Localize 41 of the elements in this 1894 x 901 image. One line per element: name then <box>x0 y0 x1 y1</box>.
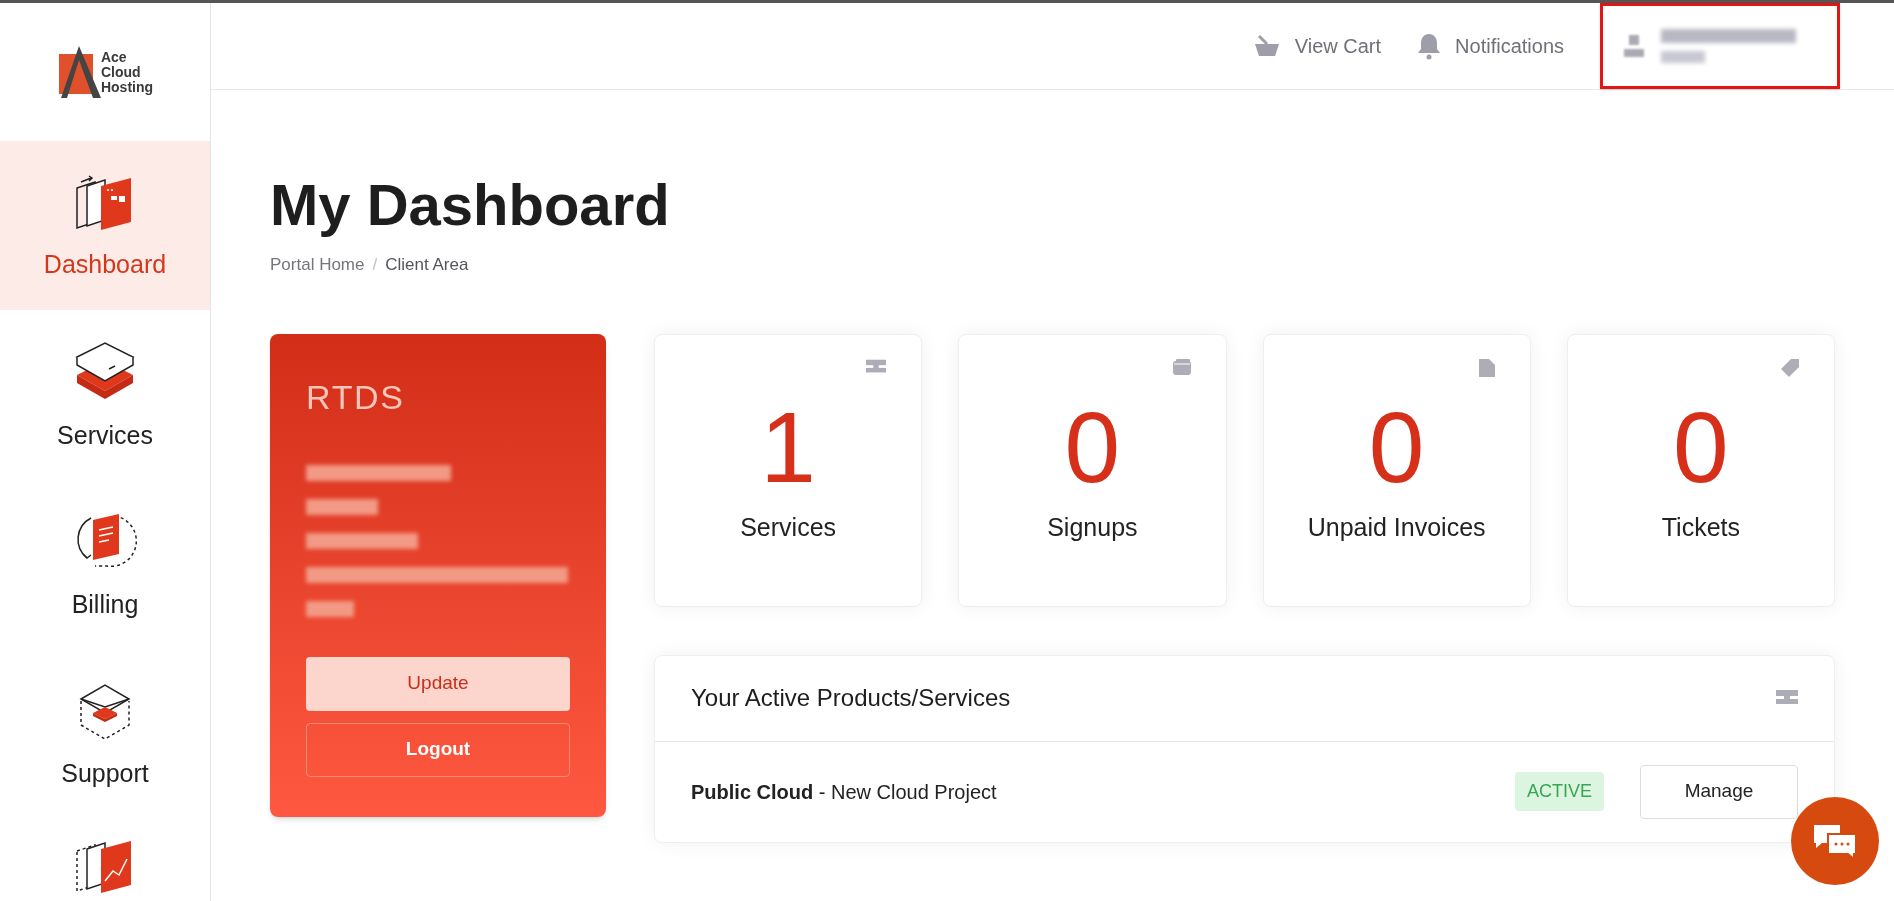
page-title: My Dashboard <box>270 171 671 239</box>
logo-text: Cloud <box>100 64 142 80</box>
sidebar-item[interactable]: Support <box>0 648 210 817</box>
header-link[interactable]: Notifications <box>1417 31 1564 61</box>
stat-label: Services <box>740 511 837 543</box>
sidebar-item[interactable]: Billing <box>0 479 210 648</box>
wallet-icon <box>1172 358 1191 375</box>
panel-title: Your Active Products/Services <box>691 683 1011 713</box>
basket-icon <box>1252 34 1281 58</box>
stat-card[interactable]: 1 Services <box>654 333 923 607</box>
breadcrumb-link[interactable]: Client Area <box>385 252 469 278</box>
company-name: RTDS <box>306 376 406 418</box>
sidebar-item[interactable]: Services <box>0 310 210 479</box>
stat-card[interactable]: 0 Tickets <box>1566 333 1835 607</box>
file-icon <box>1478 358 1495 377</box>
breadcrumb-separator: / <box>372 254 378 276</box>
stat-card[interactable]: 0 Unpaid Invoices <box>1262 333 1531 607</box>
stat-value: 0 <box>1673 396 1729 497</box>
server-icon <box>866 358 887 375</box>
sidebar-item[interactable]: Dashboard <box>0 141 210 310</box>
tag-icon <box>1781 358 1799 377</box>
breadcrumb-link[interactable]: Portal Home <box>270 252 365 278</box>
product-name: Public Cloud - New Cloud Project <box>691 779 998 805</box>
bell-icon <box>1417 32 1442 60</box>
stat-value: 1 <box>760 396 816 497</box>
status-badge: ACTIVE <box>1515 772 1604 811</box>
stat-label: Unpaid Invoices <box>1307 511 1486 543</box>
manage-button[interactable]: Manage <box>1640 764 1798 819</box>
stat-card[interactable]: 0 Signups <box>958 333 1227 607</box>
card-button[interactable]: Update <box>306 656 570 711</box>
server-icon <box>1776 690 1798 706</box>
header-link[interactable]: View Cart <box>1252 31 1382 61</box>
redacted-company <box>1661 51 1705 63</box>
stat-label: Signups <box>1047 511 1138 543</box>
stat-label: Tickets <box>1661 511 1740 543</box>
stat-value: 0 <box>1064 396 1121 497</box>
logo-text: Ace <box>100 49 128 65</box>
user-icon <box>1623 33 1645 59</box>
logo-text: Hosting <box>100 79 154 95</box>
user-menu[interactable] <box>1600 3 1840 89</box>
stat-value: 0 <box>1368 396 1425 497</box>
